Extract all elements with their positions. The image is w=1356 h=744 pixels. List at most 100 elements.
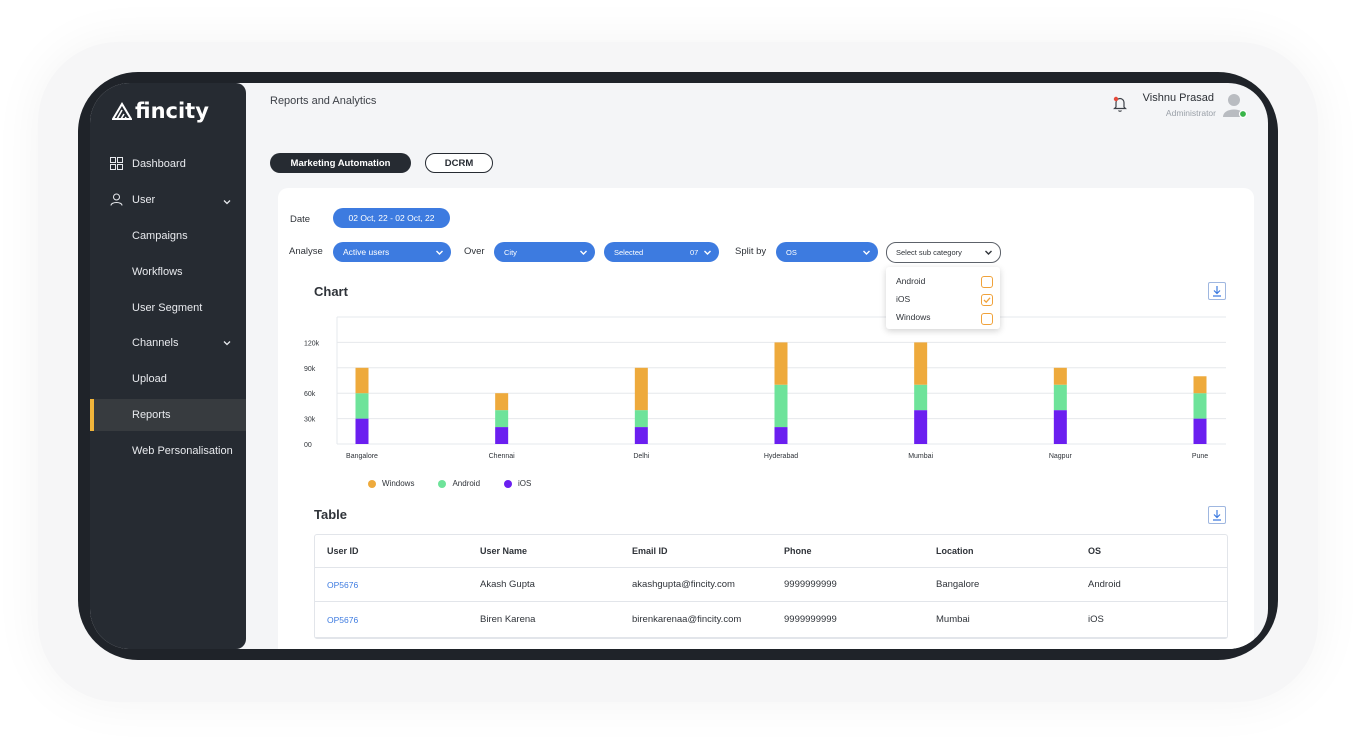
- analyse-label: Analyse: [289, 246, 323, 257]
- legend-swatch: [504, 479, 513, 488]
- table-cell: Mumbai: [936, 614, 970, 625]
- bar-segment: [355, 418, 369, 444]
- sidebar-item-web-personalisation[interactable]: Web Personalisation: [90, 435, 246, 467]
- x-tick-label: Chennai: [489, 453, 516, 460]
- date-label: Date: [290, 214, 311, 225]
- chevron-down-icon: [704, 250, 711, 255]
- sidebar-item-campaigns[interactable]: Campaigns: [90, 220, 246, 252]
- sidebar-item-label: User: [132, 194, 156, 206]
- column-header[interactable]: User ID: [327, 535, 359, 567]
- dropdown-option-ios[interactable]: iOS: [896, 294, 910, 304]
- dropdown-option-windows[interactable]: Windows: [896, 312, 930, 322]
- subcategory-placeholder: Select sub category: [896, 248, 962, 257]
- sidebar-item-label: Reports: [132, 409, 171, 421]
- y-tick-label: 120k: [304, 340, 320, 347]
- bar-segment: [1193, 418, 1207, 444]
- bar-segment: [1053, 367, 1067, 385]
- chevron-down-icon: [863, 250, 870, 255]
- legend-label: Windows: [382, 479, 415, 488]
- selected-count: 07: [690, 247, 699, 257]
- windows-checkbox[interactable]: [981, 313, 993, 325]
- ios-checkbox[interactable]: [981, 294, 993, 306]
- sidebar-item-label: Upload: [132, 373, 167, 385]
- user-icon: [110, 193, 123, 206]
- user-id-link[interactable]: OP5676: [327, 568, 358, 601]
- chart-section-title: Chart: [314, 284, 348, 299]
- online-status-icon: [1238, 109, 1247, 118]
- chevron-down-icon: [223, 341, 231, 346]
- table-cell: 9999999999: [784, 614, 837, 625]
- stacked-bar-chart: 00 30k 60k 90k 120k Bangalore Chennai Delhi Hyde…: [304, 316, 1226, 460]
- chevron-down-icon: [436, 250, 443, 255]
- sidebar-item-workflows[interactable]: Workflows: [90, 256, 246, 288]
- over-value: City: [504, 247, 517, 257]
- selected-label: Selected: [614, 247, 644, 257]
- checkmark-icon: [983, 297, 991, 304]
- sidebar-item-label: User Segment: [132, 302, 203, 314]
- split-by-select[interactable]: OS: [776, 242, 878, 262]
- sidebar-item-label: Web Personalisation: [132, 445, 233, 457]
- brand-logo[interactable]: fincity: [112, 99, 209, 123]
- selected-cities-select[interactable]: Selected 07: [604, 242, 719, 262]
- column-header[interactable]: OS: [1088, 535, 1101, 567]
- legend-swatch: [438, 479, 447, 488]
- analyse-select[interactable]: Active users: [333, 242, 451, 262]
- bar-segment: [495, 393, 509, 411]
- user-name: Vishnu Prasad: [1142, 92, 1214, 104]
- bar-segment: [774, 427, 788, 444]
- bell-icon[interactable]: [1111, 95, 1129, 113]
- column-header[interactable]: Phone: [784, 535, 812, 567]
- table-cell: iOS: [1088, 614, 1104, 625]
- tab-dcrm[interactable]: DCRM: [425, 153, 493, 173]
- table-row[interactable]: OP5676 Akash Gupta akashgupta@fincity.co…: [315, 568, 1227, 602]
- bar-segment: [495, 410, 509, 428]
- notification-dot: [1113, 96, 1119, 102]
- table-cell: Biren Karena: [480, 614, 536, 625]
- subcategory-select[interactable]: Select sub category: [886, 242, 1001, 263]
- table-cell: Akash Gupta: [480, 579, 535, 590]
- bar-segment: [355, 393, 369, 419]
- y-tick-label: 60k: [304, 391, 316, 398]
- bar-segment: [1053, 384, 1067, 411]
- x-tick-label: Nagpur: [1049, 453, 1073, 460]
- tab-marketing-automation[interactable]: Marketing Automation: [270, 153, 411, 173]
- logo-icon: [112, 102, 132, 120]
- sidebar-item-dashboard[interactable]: Dashboard: [90, 148, 246, 180]
- x-tick-label: Pune: [1192, 453, 1208, 460]
- over-select[interactable]: City: [494, 242, 595, 262]
- table-section-title: Table: [314, 507, 347, 522]
- table-row[interactable]: OP5676 Biren Karena birenkarenaa@fincity…: [315, 602, 1227, 638]
- column-header[interactable]: User Name: [480, 535, 527, 567]
- chevron-down-icon: [985, 250, 992, 255]
- column-header[interactable]: Location: [936, 535, 974, 567]
- bar-segment: [914, 384, 928, 411]
- user-id-link[interactable]: OP5676: [327, 602, 358, 637]
- x-tick-label: Bangalore: [346, 453, 378, 460]
- x-tick-label: Mumbai: [908, 453, 933, 460]
- sidebar-item-user-segment[interactable]: User Segment: [90, 292, 246, 324]
- grid-icon: [110, 157, 123, 170]
- legend-label: iOS: [518, 479, 532, 488]
- avatar[interactable]: [1221, 92, 1247, 118]
- download-table-icon[interactable]: [1208, 506, 1226, 524]
- app-screen: fincity Dashboard User Campaigns Workflo…: [90, 83, 1268, 649]
- sidebar-item-label: Channels: [132, 337, 179, 349]
- sidebar-item-label: Dashboard: [132, 158, 186, 170]
- sidebar-item-channels[interactable]: Channels: [90, 327, 246, 359]
- table-cell: birenkarenaa@fincity.com: [632, 614, 742, 625]
- android-checkbox[interactable]: [981, 276, 993, 288]
- user-role: Administrator: [1165, 108, 1216, 118]
- bar-segment: [914, 342, 928, 385]
- date-range-picker[interactable]: 02 Oct, 22 - 02 Oct, 22: [333, 208, 450, 228]
- sidebar-item-user[interactable]: User: [90, 184, 246, 216]
- chevron-down-icon: [580, 250, 587, 255]
- brand-name: fincity: [135, 99, 209, 123]
- download-chart-icon[interactable]: [1208, 282, 1226, 300]
- bar-segment: [1193, 376, 1207, 394]
- y-tick-label: 90k: [304, 366, 316, 373]
- sidebar-item-reports[interactable]: Reports: [90, 399, 246, 431]
- legend-item-windows: Windows: [368, 479, 414, 488]
- sidebar-item-upload[interactable]: Upload: [90, 363, 246, 395]
- dropdown-option-android[interactable]: Android: [896, 276, 925, 286]
- column-header[interactable]: Email ID: [632, 535, 668, 567]
